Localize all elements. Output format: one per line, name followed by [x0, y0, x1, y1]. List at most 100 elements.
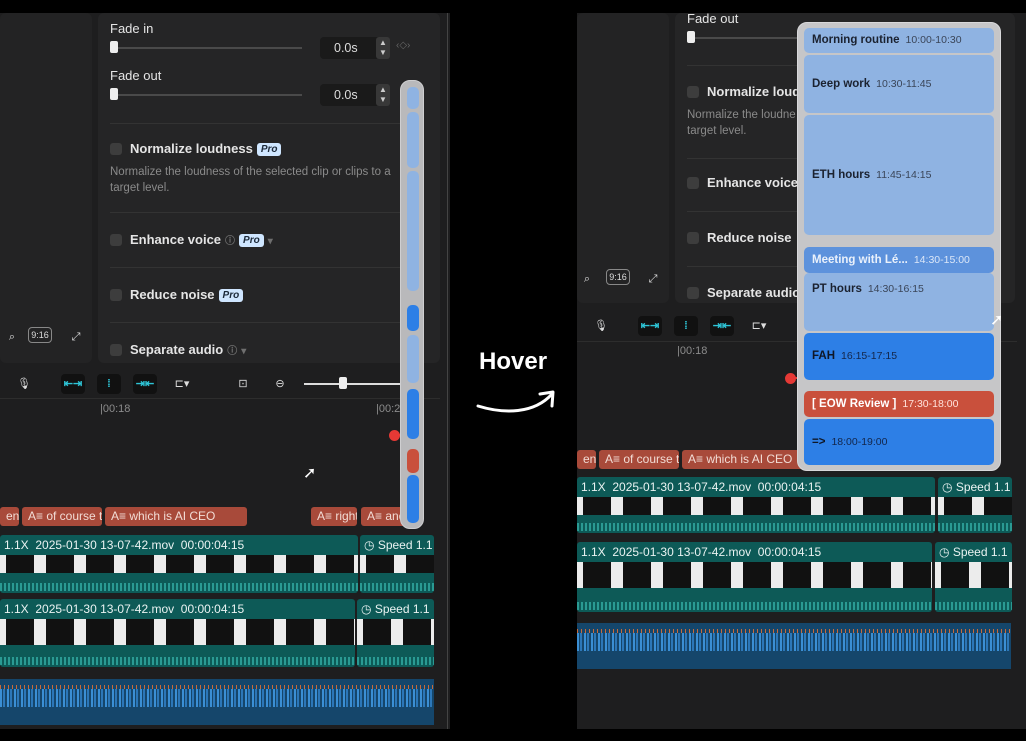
audio-clip[interactable] — [0, 679, 434, 725]
separate-audio-label: Separate audio — [707, 285, 801, 300]
clip-thumbnails — [938, 497, 1012, 515]
video-clip[interactable]: 1.1X 2025-01-30 13-07-42.mov 00:00:04:15 — [0, 535, 358, 593]
reduce-noise-checkbox[interactable] — [110, 289, 122, 301]
event-segment[interactable] — [407, 112, 419, 168]
video-clip[interactable]: ◷ Speed 1.1 — [357, 599, 434, 667]
preview-panel — [0, 13, 92, 363]
screenshot-icon[interactable]: ⌕ — [577, 269, 599, 289]
fade-in-slider[interactable] — [112, 47, 302, 49]
audio-clip[interactable] — [577, 623, 1011, 669]
calendar-event[interactable]: PT hours 14:30-16:15 — [804, 273, 994, 331]
fade-out-knob[interactable] — [110, 88, 118, 100]
split-icon[interactable]: ⁞ — [97, 374, 121, 394]
video-clip[interactable]: ◷ Speed 1.1 — [935, 542, 1012, 612]
text-clip[interactable]: en y — [0, 507, 19, 526]
zoom-out-icon[interactable]: ⊖ — [268, 374, 292, 394]
clip-waveform — [0, 583, 358, 591]
zoom-knob[interactable] — [339, 377, 347, 389]
editor-before-hover: ⌕ 9:16 ⤢ Fade in 0.0s ▲ ▼ ‹◇› Fade out 0.… — [0, 13, 450, 729]
video-clip[interactable]: ◷ Speed 1.1 — [360, 535, 434, 593]
ratio-button[interactable]: 9:16 — [606, 269, 630, 285]
clip-waveform — [0, 657, 355, 665]
event-segment[interactable] — [407, 87, 419, 109]
clip-header: 1.1X 2025-01-30 13-07-42.mov 00:00:04:15 — [581, 480, 822, 494]
help-icon[interactable]: ⓘ — [227, 342, 237, 357]
fade-out-label: Fade out — [687, 13, 739, 26]
help-icon[interactable]: ⓘ — [225, 232, 235, 247]
clip-waveform — [938, 523, 1012, 531]
clip-waveform — [360, 583, 434, 591]
normalize-checkbox[interactable] — [687, 86, 699, 98]
fade-in-stepper[interactable]: ▲ ▼ — [376, 37, 390, 59]
fade-out-slider[interactable] — [689, 37, 799, 39]
event-segment[interactable] — [407, 475, 419, 523]
video-clip[interactable]: 1.1X 2025-01-30 13-07-42.mov 00:00:04:15 — [577, 542, 932, 612]
fade-out-stepper[interactable]: ▲ ▼ — [376, 84, 390, 106]
calendar-event[interactable]: FAH 16:15-17:15 — [804, 333, 994, 380]
video-clip[interactable]: 1.1X 2025-01-30 13-07-42.mov 00:00:04:15 — [0, 599, 355, 667]
zoom-slider[interactable] — [304, 383, 400, 385]
snap-icon[interactable]: ⇥⇤ — [710, 316, 734, 336]
text-clip[interactable]: A≡ right — [311, 507, 357, 526]
divider — [110, 267, 400, 268]
mouse-cursor-icon: ➚ — [303, 465, 317, 482]
hover-label: Hover — [479, 348, 548, 375]
calendar-panel-expanded[interactable]: Morning routine 10:00-10:30 Deep work 10:3… — [797, 22, 1001, 471]
speed-badge: ◷ Speed 1.1 — [939, 545, 1008, 559]
microphone-icon[interactable]: 🎙 — [589, 316, 613, 336]
preview-zoom-icon[interactable]: ⊡ — [231, 374, 255, 394]
select-tool-icon[interactable]: ⊏▾ — [747, 316, 771, 336]
enhance-voice-checkbox[interactable] — [687, 177, 699, 189]
reduce-noise-label: Reduce noise — [707, 230, 792, 245]
divider — [110, 322, 400, 323]
event-segment[interactable] — [407, 335, 419, 383]
clip-thumbnails — [577, 497, 935, 515]
arrow-icon — [476, 390, 555, 413]
fullscreen-icon[interactable]: ⤢ — [641, 269, 665, 289]
calendar-event[interactable]: ETH hours 11:45-14:15 — [804, 115, 994, 235]
snap-icon[interactable]: ⇥⇤ — [133, 374, 157, 394]
event-segment[interactable] — [407, 171, 419, 291]
event-segment[interactable] — [407, 389, 419, 439]
calendar-event[interactable]: => 18:00-19:00 — [804, 419, 994, 465]
fade-in-label: Fade in — [110, 21, 154, 36]
chevron-down-icon[interactable]: ▾ — [268, 236, 273, 247]
clip-waveform — [577, 523, 935, 531]
ratio-button[interactable]: 9:16 — [28, 327, 52, 343]
calendar-strip-collapsed[interactable] — [400, 80, 424, 529]
text-clip[interactable]: A≡ of course th — [599, 450, 679, 469]
clip-header: 1.1X 2025-01-30 13-07-42.mov 00:00:04:15 — [4, 602, 245, 616]
video-clip[interactable]: ◷ Speed 1.1 — [938, 477, 1012, 533]
link-clips-icon[interactable]: ⇤⇥ — [638, 316, 662, 336]
separate-audio-checkbox[interactable] — [687, 287, 699, 299]
clip-waveform — [577, 602, 932, 610]
keyframe-icon[interactable]: ‹◇› — [396, 40, 410, 51]
event-segment[interactable] — [407, 449, 419, 473]
fade-out-slider[interactable] — [112, 94, 302, 96]
screenshot-icon[interactable]: ⌕ — [0, 327, 24, 347]
video-clip[interactable]: 1.1X 2025-01-30 13-07-42.mov 00:00:04:15 — [577, 477, 935, 533]
fullscreen-icon[interactable]: ⤢ — [64, 327, 88, 347]
fade-in-knob[interactable] — [110, 41, 118, 53]
calendar-event[interactable]: Meeting with Lé... 14:30-15:00 — [804, 247, 994, 273]
chevron-down-icon[interactable]: ▾ — [241, 346, 246, 357]
speed-badge: ◷ Speed 1.1 — [942, 480, 1011, 494]
calendar-event[interactable]: Deep work 10:30-11:45 — [804, 55, 994, 113]
calendar-event[interactable]: Morning routine 10:00-10:30 — [804, 28, 994, 53]
microphone-icon[interactable]: 🎙 — [12, 374, 36, 394]
split-icon[interactable]: ⁞ — [674, 316, 698, 336]
text-clip[interactable]: A≡ which is AI CEO — [105, 507, 247, 526]
normalize-checkbox[interactable] — [110, 143, 122, 155]
text-clip[interactable]: en y — [577, 450, 596, 469]
fade-out-knob[interactable] — [687, 31, 695, 43]
audio-waveform — [577, 633, 1011, 651]
event-segment[interactable] — [407, 305, 419, 331]
enhance-voice-checkbox[interactable] — [110, 234, 122, 246]
separate-audio-checkbox[interactable] — [110, 344, 122, 356]
speed-badge: ◷ Speed 1.1 — [361, 602, 430, 616]
text-clip[interactable]: A≡ of course th — [22, 507, 102, 526]
calendar-event[interactable]: [ EOW Review ] 17:30-18:00 — [804, 391, 994, 417]
select-tool-icon[interactable]: ⊏▾ — [170, 374, 194, 394]
reduce-noise-checkbox[interactable] — [687, 232, 699, 244]
link-clips-icon[interactable]: ⇤⇥ — [61, 374, 85, 394]
